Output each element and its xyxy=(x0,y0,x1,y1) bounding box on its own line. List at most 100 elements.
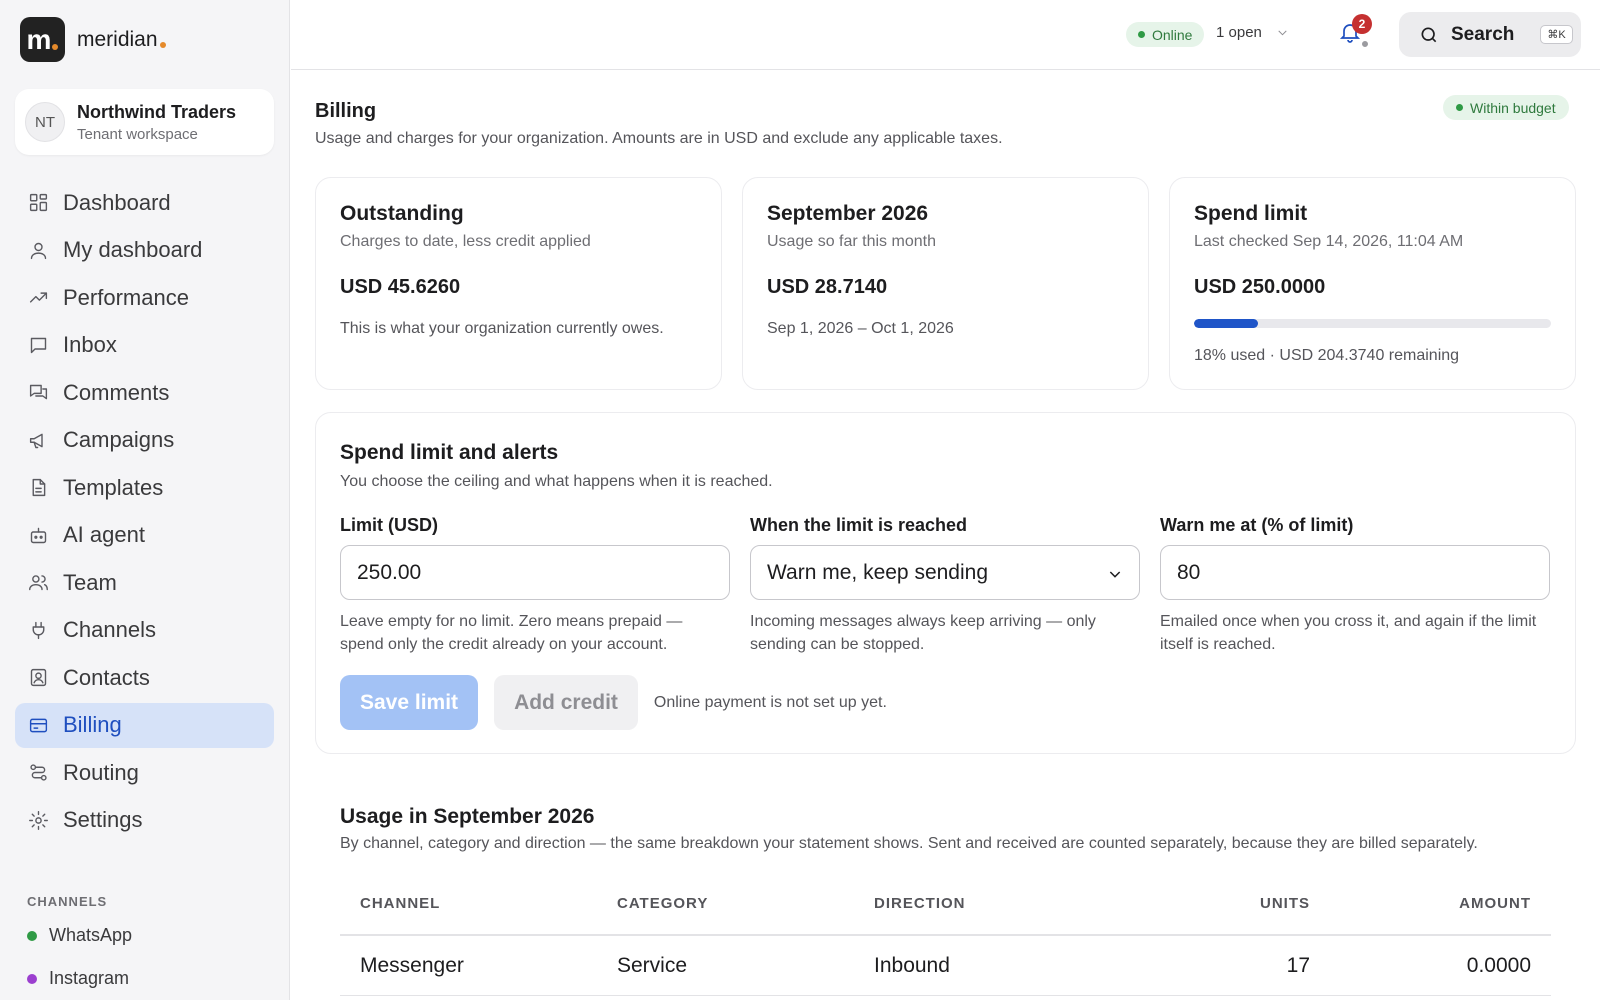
cell-amount: 0.0000 xyxy=(1466,953,1531,977)
outstanding-card: Outstanding Charges to date, less credit… xyxy=(315,177,722,390)
spend-limit-panel: Spend limit and alerts You choose the ce… xyxy=(315,412,1576,754)
cell-direction: Inbound xyxy=(874,953,950,977)
sidebar-item-comments[interactable]: Comments xyxy=(15,370,274,415)
table-header: CHANNEL CATEGORY DIRECTION UNITS AMOUNT xyxy=(340,872,1551,936)
page-subtitle: Usage and charges for your organization.… xyxy=(315,130,1003,147)
status-badge-label: Online xyxy=(1152,26,1193,43)
document-icon xyxy=(32,478,46,497)
table-row: Messenger Service Inbound 17 0.0000 xyxy=(340,936,1551,996)
tenant-subtitle: Tenant workspace xyxy=(77,125,198,143)
limit-field-label: Limit (USD) xyxy=(340,515,438,535)
status-dot xyxy=(1138,31,1145,38)
topbar: Online 1 open 2 Search ⌘K xyxy=(291,0,1600,70)
column-header-category[interactable]: CATEGORY xyxy=(617,895,874,912)
avatar: NT xyxy=(25,102,65,142)
contact-card-icon xyxy=(30,668,47,687)
card-subtitle: Usage so far this month xyxy=(767,233,936,250)
sidebar-item-settings[interactable]: Settings xyxy=(15,798,274,843)
sidebar-item-label: Contacts xyxy=(63,664,150,690)
sidebar-item-templates[interactable]: Templates xyxy=(15,465,274,510)
sidebar-item-routing[interactable]: Routing xyxy=(15,750,274,795)
billing-period: Sep 1, 2026 – Oct 1, 2026 xyxy=(767,320,954,337)
sidebar-item-label: Dashboard xyxy=(63,189,171,215)
dashboard-icon xyxy=(29,193,48,212)
payment-note: Online payment is not set up yet. xyxy=(653,693,887,711)
budget-status-dot xyxy=(1456,104,1463,111)
sidebar-item-performance[interactable]: Performance xyxy=(15,275,274,320)
limit-input[interactable]: 250.00 xyxy=(340,545,730,600)
add-credit-button[interactable]: Add credit xyxy=(494,675,638,730)
cell-channel: Messenger xyxy=(360,953,464,977)
card-subtitle: Charges to date, less credit applied xyxy=(340,233,591,250)
usage-subtitle: By channel, category and direction — the… xyxy=(340,835,1478,852)
sidebar-item-label: Team xyxy=(63,569,117,595)
sidebar-item-billing[interactable]: Billing xyxy=(15,702,274,748)
spend-limit-actions: Save limit Add credit Online payment is … xyxy=(340,675,1551,730)
notification-count-badge: 2 xyxy=(1352,14,1372,34)
tenant-switcher[interactable]: NT Northwind Traders Tenant workspace xyxy=(15,89,274,155)
column-header-units[interactable]: UNITS xyxy=(1104,895,1310,912)
limit-action-field-group: When the limit is reached Warn me, keep … xyxy=(750,515,1140,656)
card-amount: USD 28.7140 xyxy=(767,276,888,298)
comments-icon xyxy=(29,384,48,400)
card-title: Outstanding xyxy=(340,202,464,225)
card-title: Spend limit xyxy=(1194,202,1308,225)
column-header-channel[interactable]: CHANNEL xyxy=(340,895,617,912)
sidebar-item-label: My dashboard xyxy=(63,237,203,262)
sidebar-item-dashboard[interactable]: Dashboard xyxy=(15,180,274,225)
channel-status-dot xyxy=(27,930,37,941)
team-icon xyxy=(29,575,48,591)
column-header-amount[interactable]: AMOUNT xyxy=(1310,895,1551,912)
limit-action-label: When the limit is reached xyxy=(750,515,968,535)
sidebar-item-channels[interactable]: Channels xyxy=(15,608,274,653)
channel-item-instagram[interactable]: Instagram xyxy=(27,968,129,989)
brand-logo: m xyxy=(20,17,65,62)
search-label: Search xyxy=(1451,23,1515,45)
limit-field-group: Limit (USD) 250.00 Leave empty for no li… xyxy=(340,515,730,656)
spend-progress-note: 18% used · USD 204.3740 remaining xyxy=(1194,347,1460,364)
chevron-down-icon xyxy=(1109,571,1121,578)
megaphone-icon xyxy=(29,433,43,448)
sidebar-item-label: Campaigns xyxy=(63,427,175,452)
user-icon xyxy=(30,242,47,259)
robot-icon xyxy=(30,527,47,543)
sidebar-item-my-dashboard[interactable]: My dashboard xyxy=(15,228,274,273)
gear-icon xyxy=(29,810,48,830)
usage-table: CHANNEL CATEGORY DIRECTION UNITS AMOUNT … xyxy=(340,872,1551,996)
budget-status-badge: Within budget xyxy=(1443,95,1569,120)
warn-threshold-input[interactable]: 80 xyxy=(1160,545,1550,600)
channel-item-whatsapp[interactable]: WhatsApp xyxy=(27,925,132,946)
brand-name: meridian xyxy=(77,28,166,52)
sidebar-item-label: Channels xyxy=(63,617,156,642)
open-conversations-dropdown[interactable]: 1 open xyxy=(1216,24,1289,41)
brand[interactable]: m meridian xyxy=(20,17,166,62)
sidebar-item-label: Inbox xyxy=(63,332,117,357)
status-badge[interactable]: Online xyxy=(1126,22,1205,47)
save-limit-button[interactable]: Save limit xyxy=(340,675,479,730)
sidebar-item-inbox[interactable]: Inbox xyxy=(15,323,274,368)
spend-progress-bar xyxy=(1194,319,1551,328)
sidebar-item-contacts[interactable]: Contacts xyxy=(15,655,274,700)
search-icon xyxy=(1421,27,1437,42)
search-button[interactable]: Search ⌘K xyxy=(1399,12,1581,57)
sidebar-item-campaigns[interactable]: Campaigns xyxy=(15,418,274,463)
sidebar: m meridian NT Northwind Traders Tenant w… xyxy=(0,0,290,1000)
warn-threshold-field-group: Warn me at (% of limit) 80 Emailed once … xyxy=(1160,515,1550,656)
limit-action-select[interactable]: Warn me, keep sending xyxy=(750,545,1140,600)
sidebar-item-ai-agent[interactable]: AI agent xyxy=(15,513,274,558)
card-subtitle: Last checked Sep 14, 2026, 11:04 AM xyxy=(1194,233,1464,250)
brand-logo-letter: m xyxy=(26,23,52,55)
sidebar-item-team[interactable]: Team xyxy=(15,560,274,605)
tenant-name: Northwind Traders xyxy=(77,101,237,122)
sidebar-item-label: Billing xyxy=(63,712,122,737)
channel-status-dot xyxy=(27,973,37,984)
column-header-direction[interactable]: DIRECTION xyxy=(874,895,1104,912)
spend-progress-fill xyxy=(1194,319,1259,328)
limit-action-help: Incoming messages always keep arriving —… xyxy=(750,613,1096,653)
routing-icon xyxy=(30,764,47,781)
card-title: September 2026 xyxy=(767,202,929,225)
sidebar-item-label: AI agent xyxy=(63,522,145,547)
page-title: Billing xyxy=(315,100,377,122)
brand-name-text: meridian xyxy=(77,27,158,51)
budget-status-label: Within budget xyxy=(1470,99,1556,116)
